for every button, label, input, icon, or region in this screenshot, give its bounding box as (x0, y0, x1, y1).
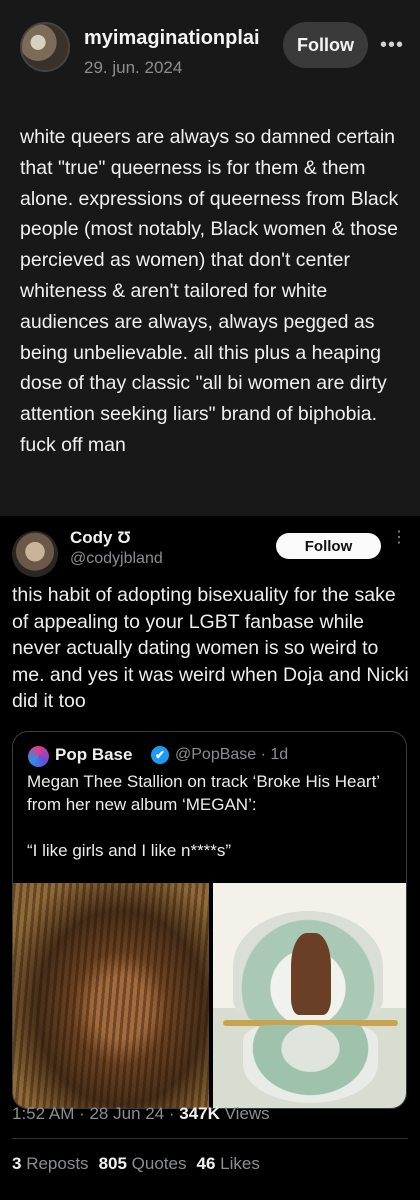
photo-album-cover (213, 883, 406, 1108)
quoted-tweet: Pop Base ✔ @PopBase · 1d Megan Thee Stal… (12, 731, 407, 1109)
embedded-tweet-screenshot: Cody Ʊ @codyjbland Follow ⋮ this habit o… (0, 516, 420, 1200)
quoted-avatar (28, 746, 49, 767)
post-text: white queers are always so damned certai… (20, 126, 399, 456)
post-date: 29. jun. 2024 (84, 58, 183, 77)
tweet-follow-button: Follow (276, 533, 381, 559)
tweet-author-name: Cody Ʊ (70, 528, 131, 547)
tweet-text: this habit of adopting bisexuality for t… (12, 584, 409, 712)
quoted-lyric: “I like girls and I like n****s” (27, 841, 232, 860)
avatar[interactable] (20, 22, 70, 72)
quoted-text: Megan Thee Stallion on track ‘Broke His … (27, 772, 380, 814)
tweet-more-icon: ⋮ (391, 529, 407, 546)
tweet-avatar (12, 531, 58, 577)
tweet-stats: 3 Reposts 805 Quotes 46 Likes (12, 1154, 260, 1173)
verified-badge-icon: ✔ (151, 746, 169, 764)
photo-portrait (13, 883, 209, 1108)
post-username[interactable]: myimaginationplai (84, 27, 274, 50)
tweet-timestamp: 1:52 AM · 28 Jun 24 · 347K Views (12, 1104, 270, 1123)
tweet-author-handle: @codyjbland (70, 550, 163, 567)
quoted-author-name: Pop Base (55, 745, 133, 764)
quoted-author-meta: @PopBase · 1d (175, 746, 289, 763)
divider (12, 1138, 408, 1139)
threads-post: myimaginationplai 29. jun. 2024 Follow •… (0, 0, 420, 516)
follow-button[interactable]: Follow (283, 22, 368, 68)
more-icon[interactable]: ••• (380, 34, 406, 56)
